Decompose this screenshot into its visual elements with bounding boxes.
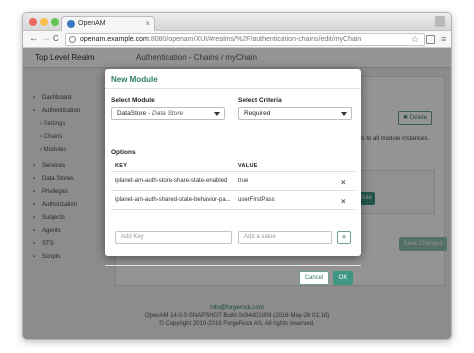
option-key: iplanet-am-auth-shared-state-behavior-pa… [115,197,231,203]
option-value: true [238,178,249,184]
maximize-window-button[interactable] [51,18,59,26]
browser-tab[interactable]: OpenAM × [61,16,155,31]
select-module-label: Select Module [111,97,155,104]
table-divider [111,171,355,172]
select-criteria-label: Select Criteria [238,97,282,104]
bookmark-star-icon[interactable]: ☆ [411,33,419,45]
caret-down-icon [214,112,220,116]
address-bar[interactable]: openam.example.com:8080/openam/XUI/#real… [65,33,425,46]
close-window-button[interactable] [29,18,37,26]
dialog-footer-divider [105,265,361,266]
dialog-header: New Module [105,69,361,89]
remove-option-icon[interactable]: × [341,198,346,206]
browser-window: OpenAM × ← → C openam.example.com:8080/o… [22,12,452,340]
title-bar: OpenAM × [23,13,451,31]
add-option-button[interactable]: + [337,231,351,244]
remove-option-icon[interactable]: × [341,179,346,187]
profile-icon[interactable] [435,16,445,27]
extension-icon[interactable] [426,35,435,44]
tab-close-icon[interactable]: × [145,19,150,28]
options-heading: Options [111,149,136,156]
add-key-input[interactable]: Add Key [115,231,232,244]
page-info-icon [69,36,76,43]
minimize-window-button[interactable] [40,18,48,26]
table-divider [111,190,355,191]
tab-title: OpenAM [78,20,106,27]
browser-menu-icon[interactable]: ≡ [441,33,446,45]
table-divider [111,209,355,210]
select-criteria-value: Required [244,110,271,117]
add-value-input[interactable]: Add a value [238,231,332,244]
caret-down-icon [341,112,347,116]
ok-button[interactable]: OK [333,271,353,285]
key-column-header: KEY [115,163,128,169]
url-path: :8080/openam/XUI/#realms/%2F/authenticat… [148,36,362,43]
select-module-value: DataStore [117,110,147,117]
forward-button[interactable]: → [41,33,51,45]
new-module-dialog: New Module Select Module DataStore - Dat… [105,69,361,285]
url-host: openam.example.com [80,36,149,43]
select-criteria-dropdown[interactable]: Required [238,107,352,120]
value-column-header: VALUE [238,163,258,169]
back-button[interactable]: ← [29,33,39,45]
option-key: iplanet-am-auth-store-share-state-enable… [115,178,228,184]
reload-button[interactable]: C [53,33,59,45]
cancel-button[interactable]: Cancel [299,271,329,285]
dialog-title: New Module [111,75,158,84]
browser-toolbar: ← → C openam.example.com:8080/openam/XUI… [23,31,451,48]
option-value: userFirstPass [238,197,275,203]
openam-favicon-icon [67,20,75,28]
select-module-dropdown[interactable]: DataStore - Data Store [111,107,225,120]
select-module-subtext: - Data Store [146,110,184,117]
